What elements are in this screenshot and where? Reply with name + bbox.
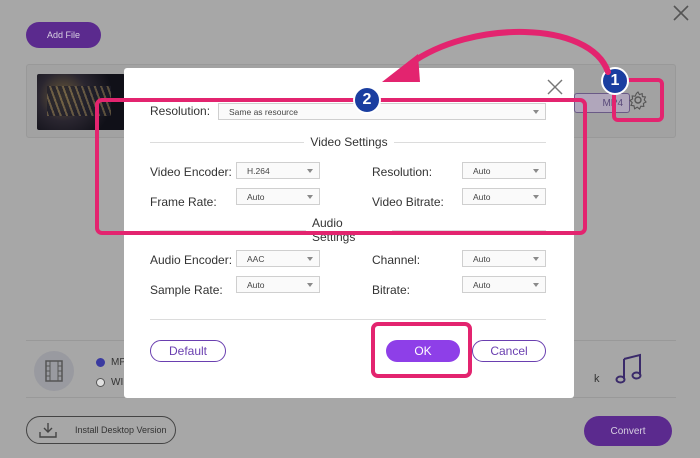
audio-format-text: k — [594, 373, 600, 385]
ok-button-highlight — [371, 322, 472, 378]
channel-select[interactable]: Auto — [462, 250, 546, 267]
sample-rate-select[interactable]: Auto — [236, 276, 320, 293]
close-icon[interactable] — [672, 4, 690, 22]
format-radio-group: MP WI — [96, 352, 126, 392]
chevron-down-icon — [307, 283, 313, 287]
sample-rate-label: Sample Rate: — [150, 283, 223, 297]
close-icon[interactable] — [546, 78, 564, 96]
audio-encoder-value: AAC — [247, 253, 265, 264]
audio-bitrate-select[interactable]: Auto — [462, 276, 546, 293]
radio-unselected-icon[interactable] — [96, 377, 105, 387]
gear-icon[interactable] — [628, 90, 648, 110]
radio-selected-icon[interactable] — [96, 357, 105, 367]
chevron-down-icon — [533, 283, 539, 287]
install-label: Install Desktop Version — [75, 425, 167, 435]
audio-encoder-select[interactable]: AAC — [236, 250, 320, 267]
step-2-badge: 2 — [353, 86, 381, 114]
audio-encoder-label: Audio Encoder: — [150, 253, 233, 267]
convert-button[interactable]: Convert — [584, 416, 672, 446]
channel-value: Auto — [473, 253, 491, 264]
default-button[interactable]: Default — [150, 340, 226, 362]
chevron-down-icon — [533, 257, 539, 261]
video-settings-highlight — [95, 98, 587, 235]
radio-option[interactable]: MP — [96, 352, 126, 372]
chevron-down-icon — [307, 257, 313, 261]
sample-rate-value: Auto — [247, 279, 265, 290]
music-note-icon[interactable] — [614, 353, 644, 385]
film-icon — [34, 351, 74, 391]
download-icon — [39, 423, 57, 438]
radio-label: WI — [111, 376, 124, 388]
divider — [150, 319, 546, 320]
cancel-button[interactable]: Cancel — [472, 340, 546, 362]
step-1-badge: 1 — [601, 67, 629, 95]
channel-label: Channel: — [372, 253, 421, 267]
radio-option[interactable]: WI — [96, 372, 126, 392]
audio-bitrate-value: Auto — [473, 279, 491, 290]
audio-bitrate-label: Bitrate: — [372, 283, 411, 297]
install-desktop-button[interactable]: Install Desktop Version — [26, 416, 176, 444]
add-file-button[interactable]: Add File — [26, 22, 101, 48]
